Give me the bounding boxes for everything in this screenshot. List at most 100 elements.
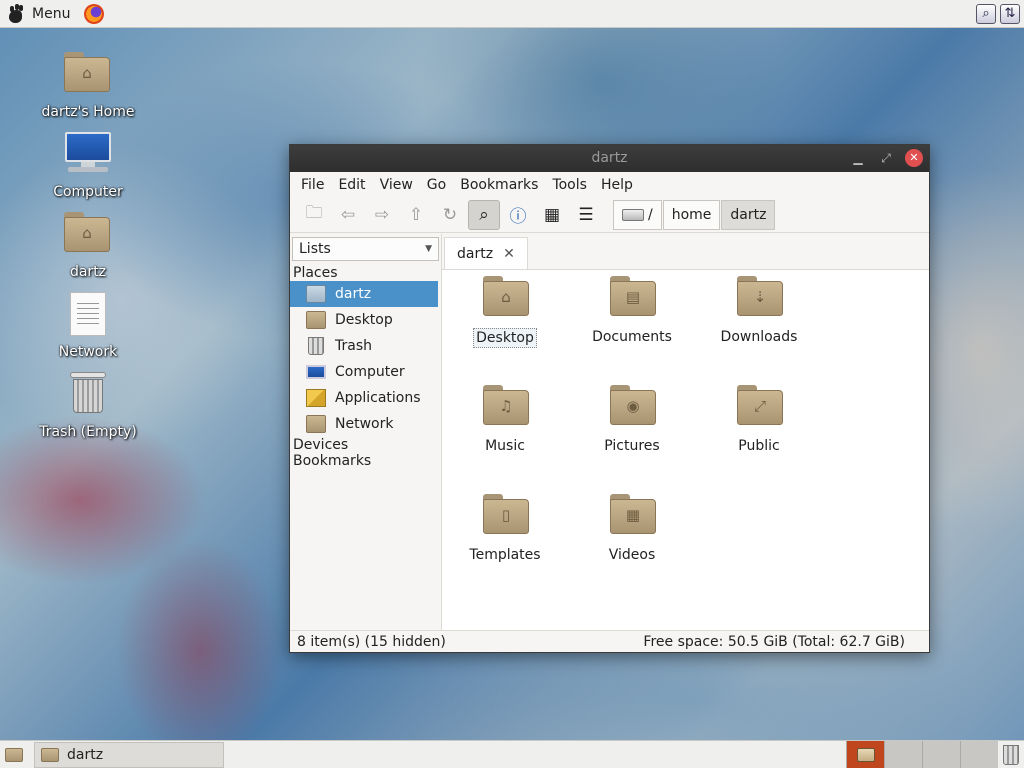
home-folder-icon: ⌂ [64, 52, 110, 92]
drive-icon [622, 208, 644, 221]
sidebar-item-network[interactable]: Network [290, 411, 441, 437]
trash-icon [308, 337, 324, 355]
bookmarks-heading[interactable]: Bookmarks [290, 453, 441, 469]
chevron-down-icon: ▼ [425, 244, 432, 254]
system-tray: ⌕ ⇅ [976, 3, 1024, 24]
path-root-label: / [648, 206, 653, 223]
menu-view[interactable]: View [373, 177, 420, 193]
menubar: File Edit View Go Bookmarks Tools Help [290, 172, 929, 197]
close-button[interactable]: ✕ [905, 149, 923, 167]
workspace-switcher [846, 740, 998, 768]
workspace-4[interactable] [960, 740, 998, 768]
file-name: Templates [469, 547, 541, 563]
sidebar-item-desktop[interactable]: Desktop [290, 307, 441, 333]
workspace-2[interactable] [884, 740, 922, 768]
places-heading[interactable]: Places [290, 261, 441, 281]
list-icon: ☰ [578, 204, 594, 225]
window-titlebar[interactable]: dartz ▁ ⤢ ✕ [290, 145, 929, 172]
menu-file[interactable]: File [294, 177, 331, 193]
tab-dartz[interactable]: dartz ✕ [444, 237, 528, 269]
show-desktop-button[interactable] [2, 743, 26, 767]
computer-icon [64, 132, 112, 176]
window-title: dartz [591, 150, 628, 166]
grid-view-button[interactable]: ▦ [536, 200, 568, 230]
info-button[interactable]: ⓘ [502, 200, 534, 230]
icon-view-button[interactable]: ⌕ [468, 199, 500, 230]
maximize-button[interactable]: ⤢ [877, 149, 895, 167]
file-item-documents[interactable]: ▤ Documents [572, 276, 692, 346]
file-name: Documents [592, 329, 672, 345]
menu-bookmarks[interactable]: Bookmarks [453, 177, 545, 193]
file-name: Downloads [720, 329, 798, 345]
sidebar-mode-select[interactable]: Lists ▼ [292, 237, 439, 261]
desktop-icon-computer[interactable]: Computer [33, 132, 143, 200]
file-item-templates[interactable]: ▯ Templates [445, 494, 565, 564]
public-folder-icon: ⤢ [737, 385, 783, 425]
file-item-music[interactable]: ♫ Music [445, 385, 565, 455]
close-tab-icon[interactable]: ✕ [503, 246, 515, 262]
menu-go[interactable]: Go [420, 177, 453, 193]
search-tray-icon[interactable]: ⌕ [976, 3, 996, 24]
list-view-button[interactable]: ☰ [570, 200, 602, 230]
sidebar-item-label: Network [335, 416, 394, 432]
sidebar-item-dartz[interactable]: dartz [290, 281, 438, 307]
menu-help[interactable]: Help [594, 177, 640, 193]
file-item-public[interactable]: ⤢ Public [699, 385, 819, 455]
applications-menu-button[interactable]: Menu [0, 0, 76, 28]
path-home-button[interactable]: home [662, 199, 721, 230]
desktop-icon-home[interactable]: ⌂ dartz's Home [33, 52, 143, 120]
document-icon [70, 292, 106, 336]
documents-folder-icon: ▤ [610, 276, 656, 316]
status-free-space: Free space: 50.5 GiB (Total: 62.7 GiB) [643, 633, 905, 650]
taskbar-window-button[interactable]: dartz [34, 741, 224, 768]
workspace-3[interactable] [922, 740, 960, 768]
main-pane: dartz ✕ ⌂ Desktop ▤ Documents ⇣ Download… [442, 234, 929, 631]
menu-edit[interactable]: Edit [331, 177, 372, 193]
downloads-folder-icon: ⇣ [737, 276, 783, 316]
devices-heading[interactable]: Devices [290, 437, 441, 453]
desktop-icon-label: Network [58, 344, 118, 360]
file-name: Videos [608, 547, 656, 563]
file-name: Music [485, 438, 525, 454]
home-folder-icon: ⌂ [64, 212, 110, 252]
menu-tools[interactable]: Tools [545, 177, 594, 193]
desktop-icon-trash[interactable]: Trash (Empty) [33, 372, 143, 440]
tab-bar: dartz ✕ [442, 234, 929, 270]
sidebar-item-applications[interactable]: Applications [290, 385, 441, 411]
gnome-foot-icon [6, 3, 26, 24]
path-root-button[interactable]: / [613, 199, 662, 230]
network-tray-icon[interactable]: ⇅ [1000, 3, 1020, 24]
minimize-button[interactable]: ▁ [849, 149, 867, 167]
desktop-icon-dartz[interactable]: ⌂ dartz [33, 212, 143, 280]
taskbar-window-label: dartz [67, 746, 104, 763]
templates-folder-icon: ▯ [483, 494, 529, 534]
reload-button[interactable]: ↻ [434, 200, 466, 230]
back-arrow-icon: ⇦ [340, 204, 356, 225]
new-tab-icon: 🗀 [305, 203, 323, 223]
file-grid[interactable]: ⌂ Desktop ▤ Documents ⇣ Downloads ♫ Musi… [442, 270, 929, 631]
up-arrow-icon: ⇧ [408, 204, 424, 225]
file-item-downloads[interactable]: ⇣ Downloads [699, 276, 819, 346]
network-folder-icon [306, 415, 326, 433]
desktop-icon-network[interactable]: Network [33, 292, 143, 360]
file-item-pictures[interactable]: ◉ Pictures [572, 385, 692, 455]
sidebar-item-label: Trash [335, 338, 372, 354]
taskbar-trash-button[interactable] [998, 741, 1024, 768]
file-item-desktop[interactable]: ⌂ Desktop [445, 276, 565, 348]
bottom-taskbar: dartz [0, 740, 1024, 768]
zoom-search-icon: ⌕ [479, 204, 489, 225]
path-current-button[interactable]: dartz [721, 199, 776, 230]
forward-button[interactable]: ⇨ [366, 200, 398, 230]
sidebar-mode-label: Lists [299, 241, 331, 257]
firefox-icon[interactable] [84, 3, 105, 24]
content-area: Lists ▼ Places dartz Desktop Trash Compu… [290, 234, 929, 631]
workspace-1[interactable] [846, 740, 884, 768]
file-item-videos[interactable]: ▦ Videos [572, 494, 692, 564]
back-button[interactable]: ⇦ [332, 200, 364, 230]
sidebar-item-computer[interactable]: Computer [290, 359, 441, 385]
new-tab-button[interactable]: 🗀 [298, 200, 330, 230]
sidebar-item-trash[interactable]: Trash [290, 333, 441, 359]
up-button[interactable]: ⇧ [400, 200, 432, 230]
status-item-count: 8 item(s) (15 hidden) [297, 633, 446, 650]
music-folder-icon: ♫ [483, 385, 529, 425]
